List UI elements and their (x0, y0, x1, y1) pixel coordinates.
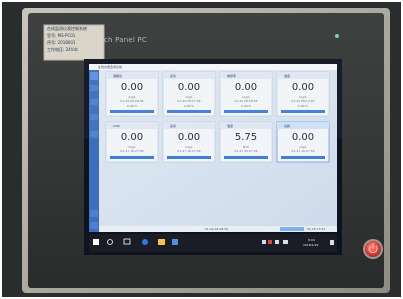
tile-3-content: 电导率 0.00 mg/L 01-29 08:28:56 0.00°C (220, 72, 272, 116)
status-bar-highlight (280, 227, 304, 231)
taskbar-time[interactable]: 8:04 (308, 238, 315, 242)
status-bar-left: 01-29 04:28:56 (205, 227, 229, 231)
taskbar-date[interactable]: 2018/1/29 (303, 243, 318, 247)
tile-3-value: 0.00 (234, 82, 258, 93)
tile-4-header: 浊度 (284, 74, 291, 78)
notification-icon[interactable] (330, 240, 334, 245)
sticker-line-2: 型号: MS-PC01 (47, 33, 76, 38)
tile-2-header: 总氮 (170, 74, 177, 78)
window-title: 在线水质监测系统 (98, 65, 123, 69)
tile-1-header: 溶解氧 (113, 74, 123, 78)
tile-8-value: 0.00 (291, 132, 315, 143)
tile-4-status: 0.00°C (297, 104, 309, 108)
file-explorer-icon[interactable] (158, 239, 165, 245)
tile-4-value: 0.00 (291, 82, 315, 93)
tile-7-time: 01-27 16:27:56 (234, 149, 258, 153)
status-bar-right: 01-29 13:23 (307, 227, 326, 231)
sticker-line-1: 在线监测仪表控制系统 (47, 26, 87, 31)
tile-7-header: 浊度 (227, 124, 234, 128)
tile-7-value: 5.75 (234, 132, 258, 143)
tile-2-time: 01-29 08:27:56 (177, 99, 201, 103)
tile-6-value: 0.00 (177, 132, 201, 143)
tray-icon-ime (283, 240, 288, 244)
app-taskbar-icon[interactable] (172, 239, 178, 245)
tile-5-time: 01-27 16:27:56 (120, 149, 144, 153)
tile-1-time: 01-29 04:28:56 (120, 99, 144, 103)
start-button[interactable] (93, 239, 99, 245)
edge-icon[interactable] (142, 239, 148, 245)
tile-4-content: 浊度 0.00 mg/L 01-29 08:12:03 0.00°C (277, 72, 329, 116)
tile-1-value: 0.00 (120, 82, 144, 93)
tile-5-value: 0.00 (120, 132, 144, 143)
tile-8-header: 总磷 (284, 124, 291, 128)
tile-2-value: 0.00 (177, 82, 201, 93)
sticker-line-3: 序号: 2018001 (47, 40, 76, 45)
nav-item-info[interactable] (90, 222, 98, 229)
tile-2-status: 0.00°C (183, 104, 195, 108)
tile-8-content: 总磷 0.00 mg/L 01-27 16:27:56 (277, 122, 329, 162)
sticker-line-4: 工作电压: 24Vdc (47, 47, 79, 52)
nav-item-user[interactable] (90, 210, 98, 217)
tile-6-content: 氨氮 0.00 mg/L 01-27 16:27:56 (163, 122, 215, 162)
tray-icon-alert (268, 240, 272, 244)
tile-4-time: 01-29 08:12:03 (291, 99, 315, 103)
tile-5-content: COD 0.00 mg/L 01-27 16:27:56 (106, 122, 158, 162)
tile-3-time: 01-29 08:28:56 (234, 99, 258, 103)
tray-icon-network (262, 240, 266, 244)
tile-1-content: 溶解氧 0.00 mg/L 01-29 04:28:56 0.00°C (106, 72, 158, 116)
tile-3-header: 电导率 (227, 74, 237, 78)
tile-6-header: 氨氮 (170, 124, 177, 128)
tile-6-time: 01-27 16:27:56 (177, 149, 201, 153)
tile-2-content: 总氮 0.00 mg/L 01-29 08:27:56 0.00°C (163, 72, 215, 116)
tile-1-status: 0.00°C (126, 104, 138, 108)
tile-8-time: 01-27 16:27:56 (291, 149, 315, 153)
brand-label: ch Panel PC (104, 36, 147, 44)
led-indicator (335, 34, 339, 38)
tile-3-status: 0.00°C (240, 104, 252, 108)
taskbar (89, 234, 337, 252)
tray-icon-volume (275, 240, 279, 244)
tile-7-content: 浊度 5.75 NTU 01-27 16:27:56 (220, 122, 272, 162)
tile-5-header: COD (113, 124, 120, 128)
